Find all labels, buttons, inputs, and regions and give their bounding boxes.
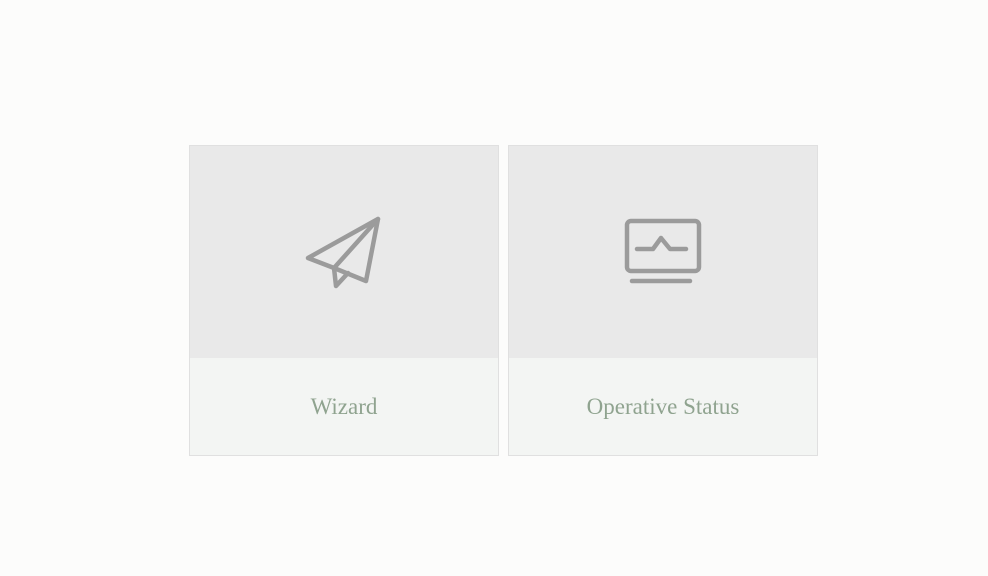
paper-plane-icon <box>304 215 384 289</box>
wizard-tile[interactable]: Wizard <box>189 145 499 456</box>
operative-status-tile-label: Operative Status <box>586 393 740 419</box>
monitor-status-icon <box>623 217 703 287</box>
operative-status-tile-label-area: Operative Status <box>509 358 817 455</box>
wizard-tile-label-area: Wizard <box>190 358 498 455</box>
operative-status-tile-icon-area <box>509 146 817 358</box>
wizard-tile-label: Wizard <box>310 393 378 419</box>
tile-grid: Wizard Operative Status <box>189 145 818 456</box>
operative-status-tile[interactable]: Operative Status <box>508 145 818 456</box>
wizard-tile-icon-area <box>190 146 498 358</box>
